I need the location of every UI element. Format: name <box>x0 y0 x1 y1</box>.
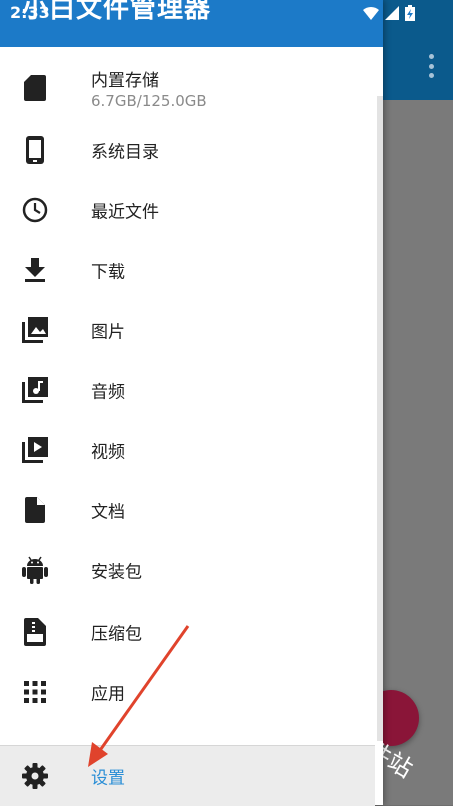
nav-item-label: 视频 <box>91 442 125 463</box>
drawer-scrollbar[interactable] <box>377 96 383 741</box>
nav-item-label: 文档 <box>91 502 125 523</box>
image-icon <box>22 317 48 343</box>
status-time: 2:33 <box>10 3 50 22</box>
nav-item-images[interactable]: 图片 <box>0 300 375 360</box>
nav-item-video[interactable]: 视频 <box>0 420 375 480</box>
gear-icon <box>22 763 48 789</box>
phone-icon <box>22 136 48 164</box>
nav-item-downloads[interactable]: 下载 <box>0 240 375 300</box>
signal-icon <box>385 6 399 20</box>
nav-item-internal-storage[interactable]: 内置存储 6.7GB/125.0GB <box>0 58 375 118</box>
nav-item-label: 系统目录 <box>91 142 159 163</box>
nav-item-system-directory[interactable]: 系统目录 <box>0 120 375 180</box>
nav-item-documents[interactable]: 文档 <box>0 480 375 540</box>
wifi-icon <box>363 7 379 20</box>
music-icon <box>22 377 48 403</box>
nav-item-label: 图片 <box>91 322 125 343</box>
video-icon <box>22 437 48 463</box>
nav-item-apk[interactable]: 安装包 <box>0 540 375 600</box>
nav-item-label: 最近文件 <box>91 202 159 223</box>
status-icons <box>363 5 415 21</box>
nav-item-label: 音频 <box>91 382 125 403</box>
sd-card-icon <box>22 75 48 101</box>
document-icon <box>22 497 48 523</box>
nav-item-recent-files[interactable]: 最近文件 <box>0 180 375 240</box>
android-icon <box>22 556 48 584</box>
annotation-arrow <box>88 625 190 767</box>
nav-item-label: 下载 <box>91 262 125 283</box>
overflow-menu-icon[interactable] <box>427 54 435 78</box>
nav-item-audio[interactable]: 音频 <box>0 360 375 420</box>
zip-icon <box>22 618 48 646</box>
drawer-header: 小白文件管理器 <box>0 0 383 47</box>
app-title: 小白文件管理器 <box>22 0 212 24</box>
storage-usage: 6.7GB/125.0GB <box>91 92 207 110</box>
nav-item-label: 安装包 <box>91 562 142 583</box>
nav-item-label: 内置存储 <box>91 71 159 91</box>
clock-icon <box>22 197 48 223</box>
apps-grid-icon <box>22 679 48 705</box>
download-icon <box>22 257 48 283</box>
battery-charging-icon <box>405 5 415 21</box>
